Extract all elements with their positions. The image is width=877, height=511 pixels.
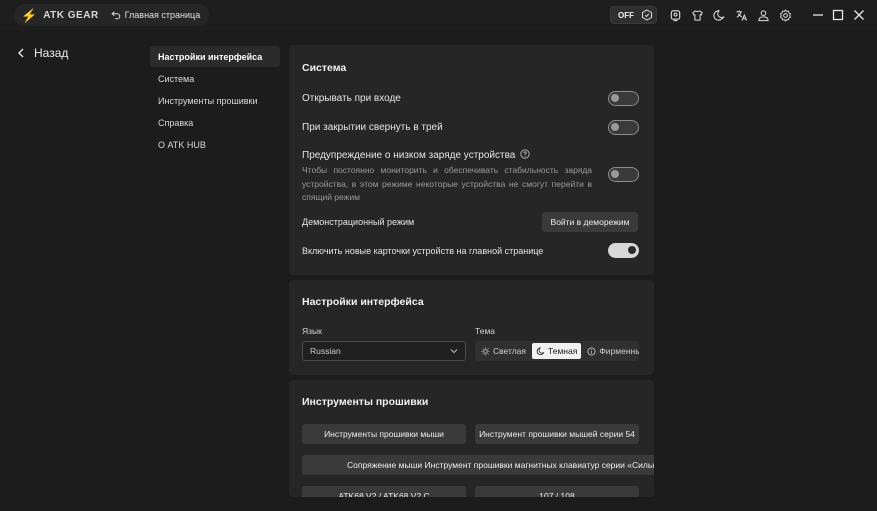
chevron-left-icon	[18, 48, 24, 58]
app-name: ATK GEAR	[43, 9, 99, 21]
nav-item-system[interactable]: Система	[150, 68, 280, 89]
toggle-knob	[611, 170, 619, 178]
gear-icon[interactable]	[774, 6, 796, 24]
open-on-login-label: Открывать при входе	[302, 93, 401, 104]
interface-title: Настройки интерфейса	[302, 296, 424, 308]
moon-icon[interactable]	[708, 6, 730, 24]
nav-item-about[interactable]: О ATK HUB	[150, 134, 280, 155]
low-battery-label: Предупреждение о низком заряде устройств…	[302, 150, 516, 161]
back-label: Назад	[34, 46, 69, 60]
home-link[interactable]: Главная страница	[111, 10, 201, 20]
title-bar: ⚡ ATK GEAR Главная страница OFF	[0, 0, 877, 30]
shirt-icon[interactable]	[686, 6, 708, 24]
theme-light-label: Светлая	[493, 346, 526, 356]
low-battery-toggle[interactable]	[608, 167, 639, 182]
user-icon[interactable]	[752, 6, 774, 24]
minimize-to-tray-toggle[interactable]	[608, 120, 639, 135]
atk-logo-icon: ⚡	[21, 7, 38, 23]
theme-switcher: Светлая Темная Фирменный	[475, 341, 639, 361]
enter-demo-mode-button[interactable]: Войти в деморежим	[542, 212, 638, 232]
atk68-button[interactable]: ATK68 V2 / ATK68 V2 C	[302, 486, 466, 497]
sun-icon	[481, 346, 490, 356]
moon-icon	[536, 346, 545, 355]
low-battery-row: Предупреждение о низком заряде устройств…	[302, 149, 530, 161]
mouse-firmware-button[interactable]: Инструменты прошивки мыши	[302, 424, 466, 444]
off-toggle[interactable]: OFF	[610, 6, 657, 24]
theme-dark-label: Темная	[548, 346, 578, 356]
nav-item-interface-settings[interactable]: Настройки интерфейса	[150, 46, 280, 67]
theme-dark-option[interactable]: Темная	[532, 343, 582, 359]
demo-mode-label: Демонстрационный режим	[302, 217, 415, 227]
theme-brand-option[interactable]: Фирменный	[583, 343, 639, 359]
settings-nav: Настройки интерфейса Система Инструменты…	[150, 46, 280, 156]
nav-item-help[interactable]: Справка	[150, 112, 280, 133]
help-icon[interactable]	[520, 149, 530, 159]
interface-panel: Настройки интерфейса Язык Russian Тема С…	[289, 280, 654, 375]
maximize-icon[interactable]	[831, 8, 845, 22]
language-label: Язык	[302, 326, 322, 336]
device-icon[interactable]	[664, 6, 686, 24]
toggle-knob	[611, 123, 619, 131]
toggle-knob	[628, 246, 636, 254]
theme-light-option[interactable]: Светлая	[477, 343, 530, 359]
model-107-108-button[interactable]: 107 / 108	[475, 486, 639, 497]
theme-label: Тема	[475, 326, 496, 336]
home-link-label: Главная страница	[124, 10, 201, 20]
open-on-login-toggle[interactable]	[608, 91, 639, 106]
system-panel: Система Открывать при входе При закрытии…	[289, 45, 654, 275]
theme-brand-label: Фирменный	[599, 346, 639, 356]
minimize-to-tray-label: При закрытии свернуть в трей	[302, 122, 443, 133]
toggle-knob	[611, 94, 619, 102]
undo-arrow-icon	[111, 11, 120, 20]
brand-pill: ⚡ ATK GEAR Главная страница	[14, 4, 210, 26]
top-toolbar: OFF	[610, 6, 796, 24]
off-label: OFF	[618, 10, 634, 20]
chevron-down-icon	[450, 349, 458, 354]
info-circle-icon	[587, 346, 596, 356]
minimize-icon[interactable]	[811, 8, 825, 22]
language-select[interactable]: Russian	[302, 341, 466, 361]
new-cards-label: Включить новые карточки устройств на гла…	[302, 246, 544, 256]
new-cards-toggle[interactable]	[608, 243, 639, 258]
low-battery-description: Чтобы постоянно мониторить и обеспечиват…	[302, 165, 592, 202]
language-value: Russian	[310, 346, 341, 356]
firmware-panel: Инструменты прошивки Инструменты прошивк…	[289, 380, 654, 497]
translate-icon[interactable]	[730, 6, 752, 24]
system-title: Система	[302, 62, 347, 74]
hexagon-power-icon	[642, 9, 652, 21]
back-button[interactable]: Назад	[17, 46, 68, 60]
close-icon[interactable]	[852, 8, 866, 22]
nav-item-firmware-tools[interactable]: Инструменты прошивки	[150, 90, 280, 111]
pairing-magnetic-keyboard-button[interactable]: Сопряжение мыши Инструмент прошивки магн…	[302, 455, 654, 475]
series54-firmware-button[interactable]: Инструмент прошивки мышей серии 54	[475, 424, 639, 444]
firmware-title: Инструменты прошивки	[302, 396, 429, 408]
